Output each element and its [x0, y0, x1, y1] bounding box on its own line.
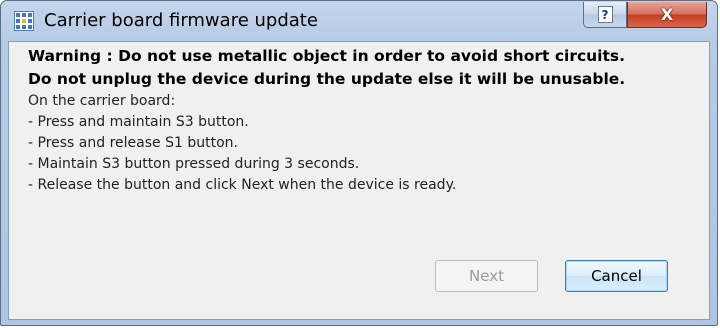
grid-app-icon	[14, 11, 34, 31]
instructions-intro: On the carrier board:	[28, 93, 176, 109]
close-button[interactable]: X	[627, 2, 707, 28]
next-button[interactable]: Next	[435, 260, 538, 292]
warning-line-1: Warning : Do not use metallic object in …	[28, 47, 626, 65]
instruction-step: - Maintain S3 button pressed during 3 se…	[28, 156, 360, 172]
help-button[interactable]: ?	[583, 2, 627, 28]
warning-line-2: Do not unplug the device during the upda…	[28, 70, 626, 88]
dialog-window: Carrier board firmware update ? X Warnin…	[0, 0, 718, 326]
window-title: Carrier board firmware update	[44, 10, 318, 31]
instruction-step: - Press and maintain S3 button.	[28, 114, 249, 130]
instruction-step: - Press and release S1 button.	[28, 135, 238, 151]
cancel-button[interactable]: Cancel	[565, 260, 668, 292]
close-icon: X	[660, 5, 674, 24]
title-bar[interactable]: Carrier board firmware update ? X	[1, 1, 717, 41]
instruction-step: - Release the button and click Next when…	[28, 177, 457, 193]
help-icon: ?	[597, 6, 613, 23]
